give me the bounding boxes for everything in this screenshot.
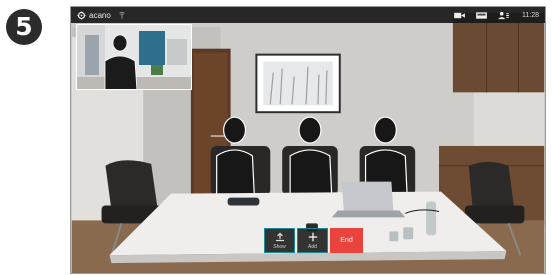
show-button-label: Show bbox=[273, 244, 286, 250]
step-number: 5 bbox=[15, 12, 33, 41]
brand: acano bbox=[77, 11, 111, 20]
brand-name: acano bbox=[89, 10, 111, 20]
signal-icon bbox=[119, 11, 125, 19]
settings-icon[interactable] bbox=[77, 10, 86, 20]
call-top-bar: acano 11:28 bbox=[71, 7, 545, 23]
add-button[interactable]: Add bbox=[297, 228, 328, 253]
layout-icon[interactable] bbox=[475, 11, 488, 20]
top-bar-actions: 11:28 bbox=[444, 11, 539, 20]
share-screen-icon bbox=[275, 232, 284, 242]
call-controls: Show Add End bbox=[264, 228, 363, 253]
self-view-video[interactable] bbox=[76, 24, 192, 90]
camera-icon[interactable] bbox=[453, 11, 466, 20]
video-call-screen: acano 11:28 Show Add End bbox=[70, 6, 546, 274]
end-call-button[interactable]: End bbox=[330, 228, 363, 253]
plus-icon bbox=[308, 232, 317, 242]
call-clock: 11:28 bbox=[522, 11, 539, 19]
show-button[interactable]: Show bbox=[264, 228, 295, 253]
add-button-label: Add bbox=[308, 244, 317, 250]
participants-icon[interactable] bbox=[497, 11, 510, 20]
end-call-label: End bbox=[340, 237, 353, 244]
step-number-badge: 5 bbox=[6, 9, 42, 45]
self-view-feed bbox=[77, 25, 191, 89]
